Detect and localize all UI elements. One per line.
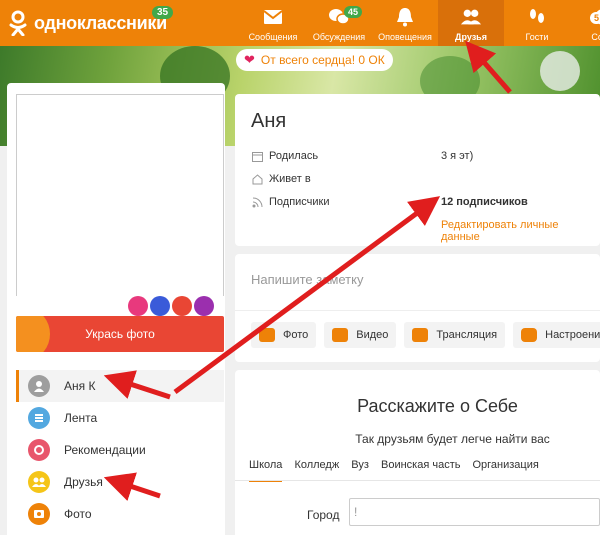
nav-messages[interactable]: Сообщения: [240, 0, 306, 46]
chip-label: Трансляция: [436, 329, 498, 341]
decorate-photo-button[interactable]: Укрась фото: [16, 316, 224, 352]
photo-icon: [28, 503, 50, 525]
nav-label: Гости: [525, 32, 549, 42]
tab-university[interactable]: Вуз: [351, 458, 369, 482]
lives-label: Живет в: [269, 173, 311, 185]
nav-badge: 45: [344, 6, 363, 18]
broadcast-button[interactable]: Трансляция: [404, 322, 506, 348]
menu-item-recommendations[interactable]: Рекомендации: [16, 434, 224, 466]
logo-text: одноклассники: [34, 12, 167, 33]
menu-item-profile[interactable]: Аня К: [16, 370, 224, 402]
subscribers-row: Подписчики: [251, 196, 330, 208]
camera-icon: [259, 328, 275, 342]
top-navigation-bar: одноклассники 35 Сообщения 45 Обсуждения…: [0, 0, 600, 46]
menu-item-label: Аня К: [64, 379, 96, 393]
ok-logo-icon: [8, 10, 28, 37]
heart-icon: ❤: [244, 52, 255, 67]
recommendations-icon: [28, 439, 50, 461]
born-label: Родилась: [269, 150, 319, 162]
about-tabs: Школа Колледж Вуз Воинская часть Организ…: [249, 458, 539, 482]
menu-item-label: Друзья: [64, 475, 103, 489]
city-label: Город: [307, 508, 340, 522]
menu-item-label: Фото: [64, 507, 92, 521]
nav-badge: 5: [590, 12, 600, 24]
nav-label: Друзья: [455, 32, 487, 42]
bell-icon: [394, 6, 416, 28]
envelope-icon: [262, 6, 284, 28]
friends-icon: [460, 6, 482, 28]
logo-badge: 35: [152, 6, 174, 19]
feed-icon: [28, 407, 50, 429]
home-icon: [251, 173, 263, 185]
calendar-icon: [251, 150, 263, 162]
subscribers-label: Подписчики: [269, 196, 330, 208]
lives-row: Живет в: [251, 173, 311, 185]
user-icon: [28, 375, 50, 397]
chip-label: Настроение: [545, 329, 600, 341]
chip-label: Видео: [356, 329, 389, 341]
city-input[interactable]: !: [349, 498, 600, 526]
nav-events[interactable]: 5 Собы: [570, 0, 600, 46]
gift-banner[interactable]: ❤ От всего сердца! 0 ОК: [236, 49, 393, 71]
mood-button[interactable]: Настроение: [513, 322, 600, 348]
chip-label: Фото: [283, 329, 309, 341]
decorate-photo-label: Укрась фото: [85, 327, 155, 341]
nav-label: Оповещения: [378, 32, 432, 42]
menu-item-label: Рекомендации: [64, 443, 146, 457]
about-yourself-card: Расскажите о Себе Так друзьям будет легч…: [235, 370, 600, 535]
profile-photo[interactable]: [16, 94, 224, 300]
broadcast-icon: [412, 328, 429, 342]
profile-menu: Аня К Лента Рекомендации Друзья Фото: [16, 370, 224, 530]
tab-school[interactable]: Школа: [249, 458, 283, 482]
born-row: Родилась: [251, 150, 318, 162]
tab-college[interactable]: Колледж: [294, 458, 339, 482]
note-composer: Напишите заметку Фото Видео Трансляция Н…: [235, 254, 600, 362]
profile-name: Аня: [251, 110, 287, 132]
menu-item-photo[interactable]: Фото: [16, 498, 224, 530]
tab-military[interactable]: Воинская часть: [381, 458, 460, 482]
nav-label: Обсуждения: [312, 32, 366, 42]
nav-friends[interactable]: Друзья: [438, 0, 504, 46]
logo[interactable]: одноклассники 35: [8, 6, 174, 37]
smiley-icon: [521, 328, 538, 342]
about-subtitle: Так друзьям будет легче найти вас: [355, 432, 550, 446]
tab-organization[interactable]: Организация: [472, 458, 538, 482]
footprints-icon: [526, 6, 548, 28]
born-value: 3 я эт): [441, 150, 474, 162]
rss-icon: [251, 196, 263, 208]
note-input[interactable]: Напишите заметку: [251, 272, 363, 287]
nav-guests[interactable]: Гости: [504, 0, 570, 46]
gift-banner-text: От всего сердца! 0 ОК: [260, 53, 385, 67]
add-photo-button[interactable]: Фото: [251, 322, 317, 348]
video-icon: [332, 328, 349, 342]
nav-label: Сообщения: [248, 32, 298, 42]
nav-label: Собы: [591, 32, 600, 42]
edit-profile-link[interactable]: Редактировать личные данные: [441, 219, 600, 243]
menu-item-friends[interactable]: Друзья: [16, 466, 224, 498]
nav-discussions[interactable]: 45 Обсуждения: [306, 0, 372, 46]
nav-notifications[interactable]: Оповещения: [372, 0, 438, 46]
friends-icon: [28, 471, 50, 493]
menu-item-label: Лента: [64, 411, 98, 425]
subscribers-value[interactable]: 12 подписчиков: [441, 196, 528, 208]
menu-item-feed[interactable]: Лента: [16, 402, 224, 434]
add-video-button[interactable]: Видео: [324, 322, 397, 348]
main-nav: Сообщения 45 Обсуждения Оповещения Друзь…: [240, 0, 600, 46]
profile-card: Аня Родилась 3 я эт) Живет в Подписчики …: [235, 94, 600, 246]
note-actions: Фото Видео Трансляция Настроение: [251, 322, 600, 348]
about-title: Расскажите о Себе: [357, 396, 518, 416]
